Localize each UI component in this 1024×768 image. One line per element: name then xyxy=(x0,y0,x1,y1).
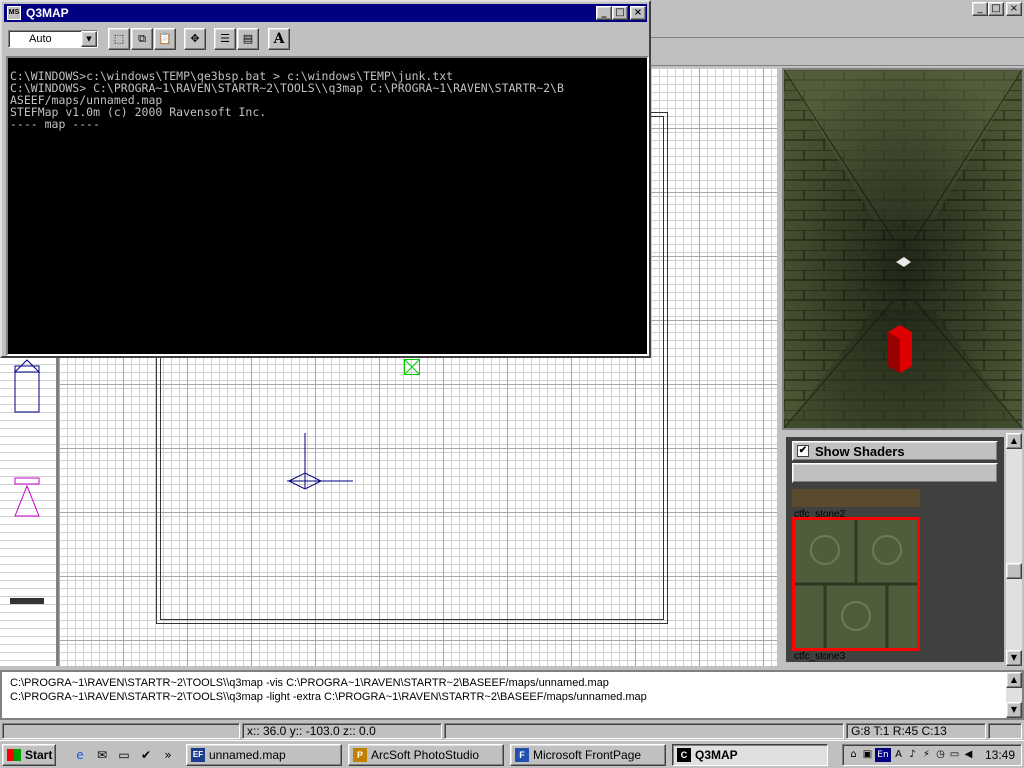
editor-menu-bar xyxy=(650,18,1024,38)
font-button[interactable]: A xyxy=(268,28,290,50)
properties-button[interactable]: ☰ xyxy=(214,28,236,50)
background-button[interactable]: ▤ xyxy=(237,28,259,50)
scheduler-icon[interactable]: ◷ xyxy=(934,748,947,762)
editor-maximize-button[interactable]: □ xyxy=(988,2,1004,16)
fp-icon: F xyxy=(515,748,529,762)
status-grid-info: G:8 T:1 R:45 C:13 xyxy=(846,723,986,739)
task-label: unnamed.map xyxy=(209,748,286,762)
outlook-icon[interactable]: ✉ xyxy=(94,747,110,763)
show-shaders-toggle[interactable]: ✔ Show Shaders xyxy=(792,441,998,461)
player-start-entity[interactable] xyxy=(404,359,420,375)
console-line: STEFMap v1.0m (c) 2000 Ravensoft Inc. xyxy=(10,105,267,119)
log-line: C:\PROGRA~1\RAVEN\STARTR~2\TOOLS\\q3map … xyxy=(10,691,647,703)
light-entity-icon[interactable] xyxy=(287,433,357,493)
windows-logo-icon xyxy=(7,749,21,761)
show-shaders-checkbox[interactable]: ✔ xyxy=(797,445,809,457)
channels-icon[interactable]: ✔ xyxy=(138,747,154,763)
show-shaders-label: Show Shaders xyxy=(815,443,905,459)
task-label: ArcSoft PhotoStudio xyxy=(371,748,480,762)
network-icon[interactable]: ⌂ xyxy=(847,748,860,762)
msdos-icon[interactable]: MS xyxy=(7,6,21,20)
task-q3map[interactable]: C Q3MAP xyxy=(672,744,828,766)
power-icon[interactable]: ⚡ xyxy=(920,748,933,762)
texture-list[interactable]: ✔ Show Shaders ctfc_stone2 ctfc_stone3 xyxy=(786,437,1004,662)
display-icon[interactable]: ▣ xyxy=(861,748,874,762)
msdos-icon: C xyxy=(677,748,691,762)
scroll-down-icon[interactable]: ▼ xyxy=(1006,650,1022,666)
shader-filter-field[interactable] xyxy=(792,463,998,483)
editor-minimize-button[interactable]: _ xyxy=(972,2,988,16)
clock[interactable]: 13:49 xyxy=(985,748,1021,762)
q3map-title: Q3MAP xyxy=(26,6,69,20)
fullscreen-button[interactable]: ✥ xyxy=(184,28,206,50)
speaker-icon[interactable]: ◀ xyxy=(962,748,975,762)
scroll-up-icon[interactable]: ▲ xyxy=(1006,672,1022,688)
console-log[interactable]: C:\PROGRA~1\RAVEN\STARTR~2\TOOLS\\q3map … xyxy=(0,670,1024,720)
texture-scrollbar[interactable]: ▲ ▼ xyxy=(1006,433,1022,666)
log-line: C:\PROGRA~1\RAVEN\STARTR~2\TOOLS\\q3map … xyxy=(10,677,609,689)
stone-texture-icon xyxy=(795,520,917,648)
player-start-icon xyxy=(404,359,420,375)
font-size-value: Auto xyxy=(29,33,52,45)
status-pane-empty xyxy=(988,723,1022,739)
texture-thumb-ctfc-stone2[interactable] xyxy=(792,489,920,507)
task-unnamed-map[interactable]: EF unnamed.map xyxy=(186,744,342,766)
mark-button[interactable]: ⬚ xyxy=(108,28,130,50)
q3map-title-bar[interactable]: MS Q3MAP _ □ × xyxy=(4,4,647,22)
task-label: Q3MAP xyxy=(695,748,738,762)
start-button[interactable]: Start xyxy=(2,744,56,766)
desktop-icon[interactable]: ▭ xyxy=(116,747,132,763)
ps-icon: P xyxy=(353,748,367,762)
ie-icon[interactable]: e xyxy=(72,747,88,763)
maximize-button[interactable]: □ xyxy=(612,6,628,20)
camera-view-3d[interactable] xyxy=(782,68,1024,430)
editor-title-bar: _ □ × xyxy=(650,0,1024,18)
z-view-brushes xyxy=(10,359,44,604)
status-pane-empty xyxy=(444,723,844,739)
adobe-icon[interactable]: A xyxy=(892,748,905,762)
close-button[interactable]: × xyxy=(630,6,646,20)
start-label: Start xyxy=(25,748,53,762)
texture-browser: ✔ Show Shaders ctfc_stone2 ctfc_stone3 ▲… xyxy=(782,433,1024,666)
scroll-thumb[interactable] xyxy=(1006,563,1022,579)
camera-render xyxy=(784,70,1022,428)
volume-icon[interactable]: ♪ xyxy=(906,748,919,762)
status-coordinates: x:: 36.0 y:: -103.0 z:: 0.0 xyxy=(242,723,442,739)
scroll-up-icon[interactable]: ▲ xyxy=(1006,433,1022,449)
copy-button[interactable]: ⧉ xyxy=(131,28,153,50)
paste-button[interactable]: 📋 xyxy=(154,28,176,50)
ef-icon: EF xyxy=(191,748,205,762)
q3map-window[interactable]: MS Q3MAP _ □ × Auto ▼ ⬚ ⧉ 📋 ✥ ☰ ▤ A C:\W… xyxy=(0,0,651,358)
status-pane-empty xyxy=(2,723,240,739)
font-size-select[interactable]: Auto ▼ xyxy=(8,30,98,48)
log-scrollbar[interactable]: ▲ ▼ xyxy=(1006,672,1022,718)
texture-thumb-ctfc-stone3[interactable] xyxy=(792,517,920,651)
z-view[interactable] xyxy=(0,356,57,666)
texture-label: ctfc_stone3 xyxy=(794,651,846,662)
console-output[interactable]: C:\WINDOWS>c:\windows\TEMP\qe3bsp.bat > … xyxy=(6,56,649,356)
minimize-button[interactable]: _ xyxy=(596,6,612,20)
system-tray: ⌂ ▣ En A ♪ ⚡ ◷ ▭ ◀ 13:49 xyxy=(842,744,1022,766)
task-label: Microsoft FrontPage xyxy=(533,748,642,762)
status-bar: x:: 36.0 y:: -103.0 z:: 0.0 G:8 T:1 R:45… xyxy=(0,722,1024,740)
editor-toolbar xyxy=(650,38,1024,66)
chevron-down-icon[interactable]: ▼ xyxy=(81,31,97,47)
task-microsoft-frontpage[interactable]: F Microsoft FrontPage xyxy=(510,744,666,766)
language-icon[interactable]: En xyxy=(875,748,891,762)
taskbar: Start e ✉ ▭ ✔ » EF unnamed.map P ArcSoft… xyxy=(0,740,1024,768)
editor-close-button[interactable]: × xyxy=(1006,2,1022,16)
console-line: ---- map ---- xyxy=(10,117,101,131)
scroll-down-icon[interactable]: ▼ xyxy=(1006,702,1022,718)
q3map-toolbar: Auto ▼ ⬚ ⧉ 📋 ✥ ☰ ▤ A xyxy=(4,24,647,54)
monitor-icon[interactable]: ▭ xyxy=(948,748,961,762)
more-icon[interactable]: » xyxy=(160,747,176,763)
task-arcsoft-photostudio[interactable]: P ArcSoft PhotoStudio xyxy=(348,744,504,766)
